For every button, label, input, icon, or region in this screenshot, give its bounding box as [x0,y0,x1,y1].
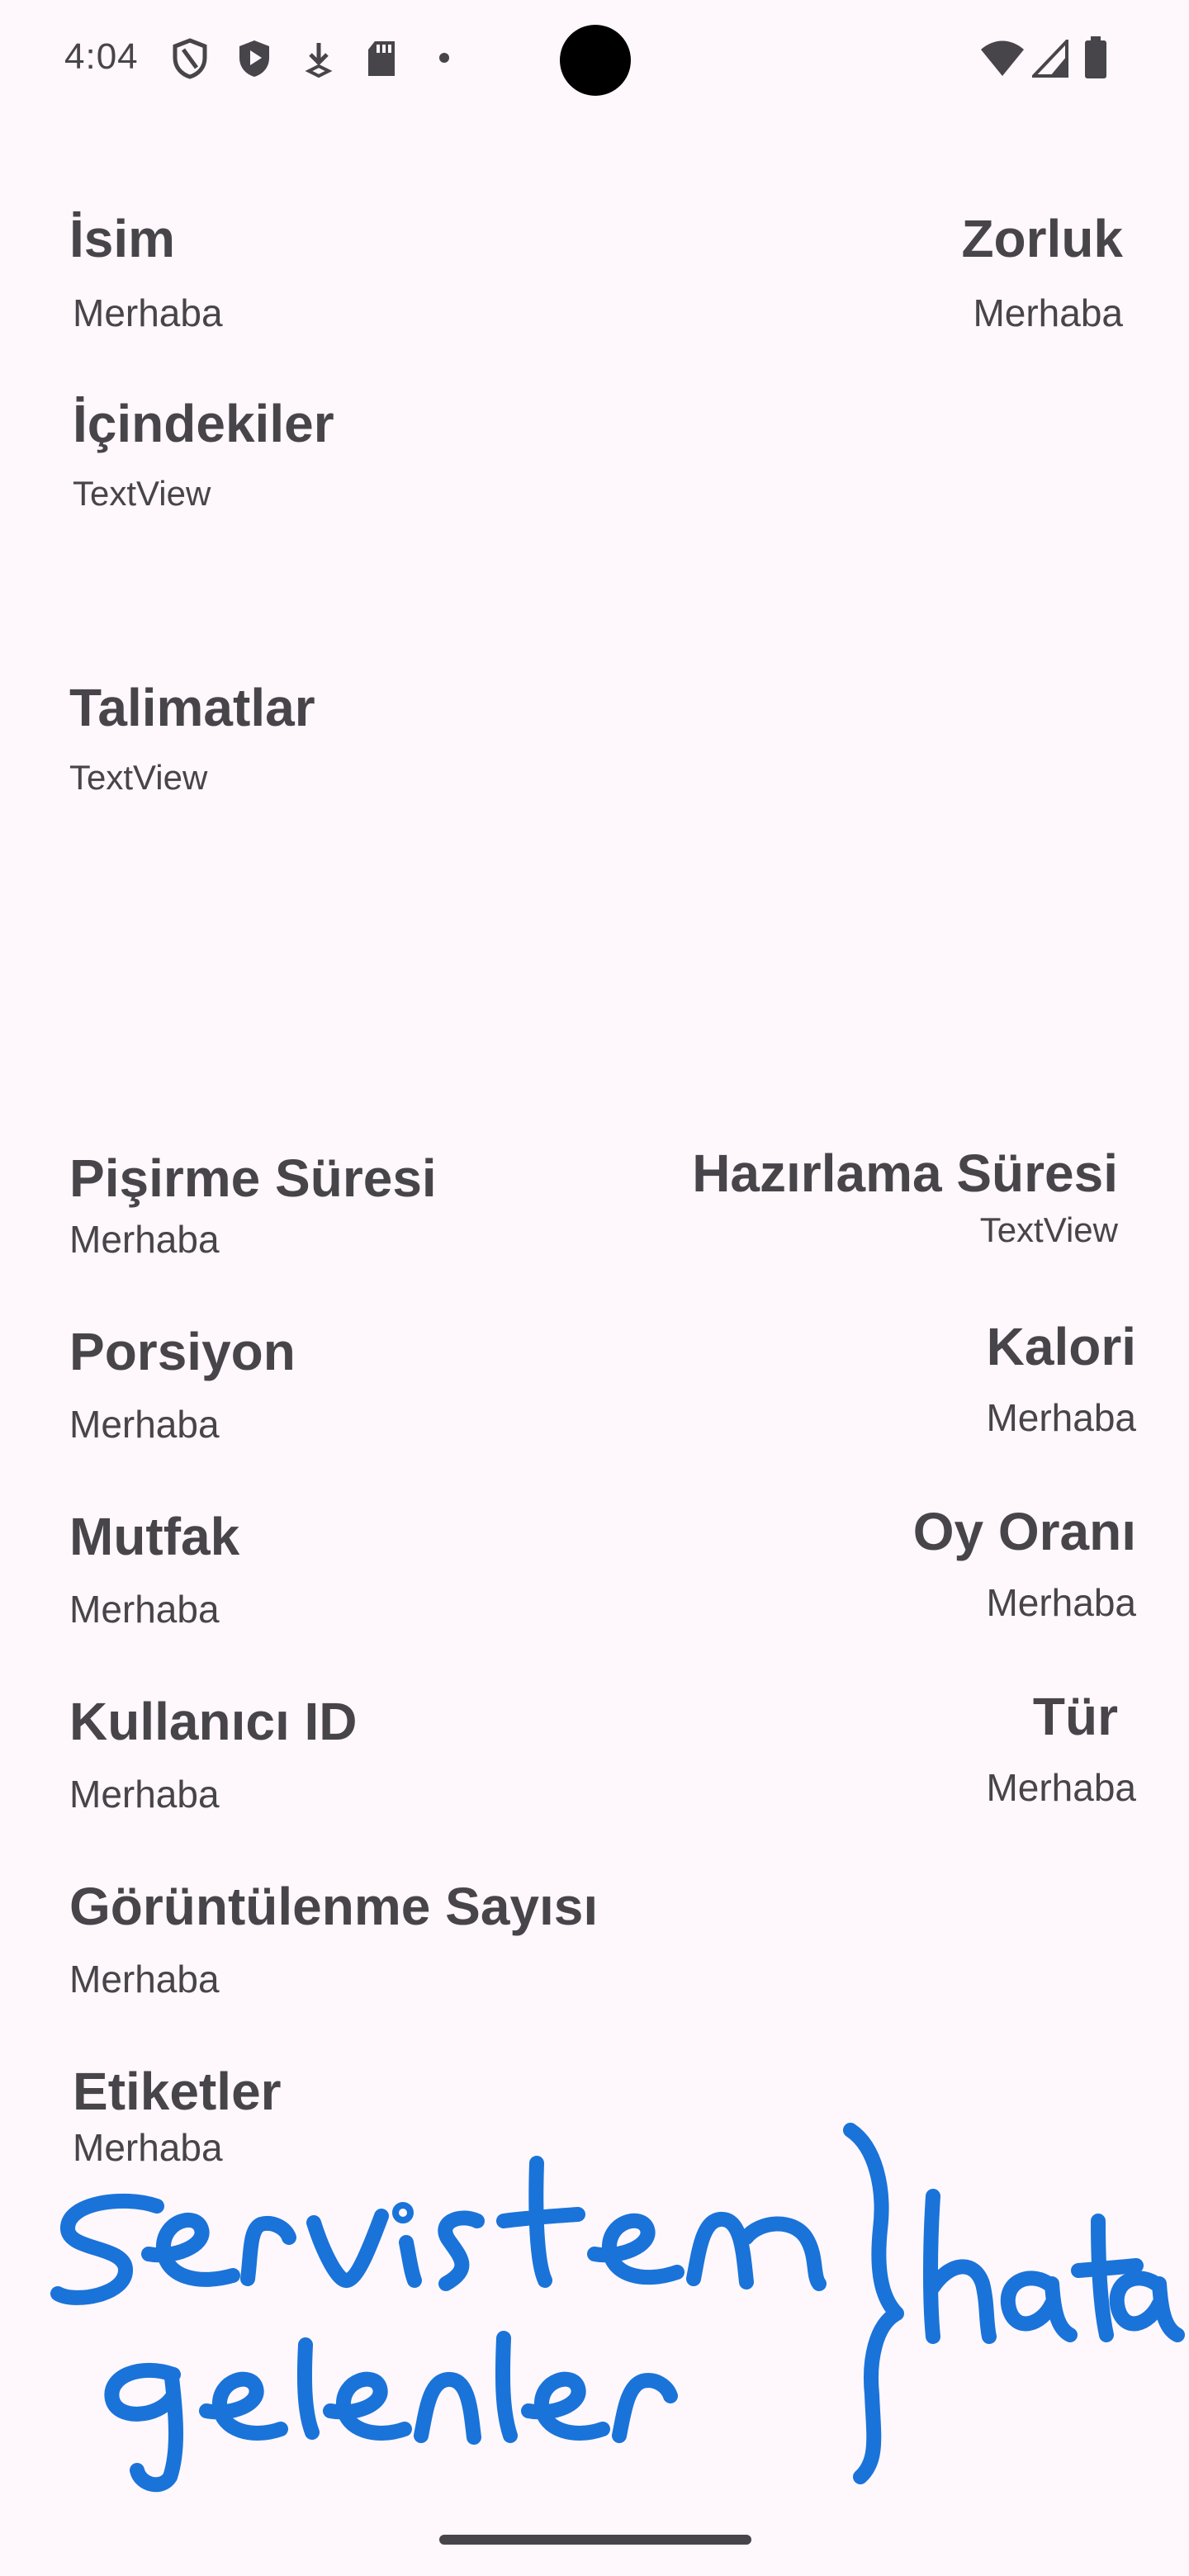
name-label: İsim [69,209,176,268]
user-id-value: Merhaba [69,1773,220,1816]
rating-label: Oy Oranı [912,1502,1136,1561]
ingredients-label: İçindekiler [73,394,334,453]
difficulty-label: Zorluk [961,209,1123,268]
instructions-value: TextView [69,758,208,797]
download-icon [305,43,333,78]
sd-card-icon [368,41,395,76]
ingredients-value: TextView [73,474,211,513]
battery-icon [1085,36,1106,78]
cook-time-label: Pişirme Süresi [69,1148,437,1208]
shield-play-icon [239,40,269,77]
type-value: Merhaba [986,1766,1136,1809]
cook-time-value: Merhaba [69,1218,220,1261]
prep-time-label: Hazırlama Süresi [692,1144,1118,1203]
wifi-icon [981,40,1024,76]
view-count-label: Görüntülenme Sayısı [69,1877,599,1936]
recipe-detail-screen: 4:04 İsim Merhaba Zorluk Merhaba İçindek… [0,0,1189,2576]
type-label: Tür [1032,1687,1118,1746]
view-count-value: Merhaba [69,1958,220,2001]
instructions-label: Talimatlar [69,678,315,737]
shield-outline-icon [173,38,207,79]
rating-value: Merhaba [986,1581,1136,1624]
user-id-label: Kullanıcı ID [69,1692,358,1751]
calories-value: Merhaba [986,1396,1136,1439]
signal-icon [1032,40,1068,78]
cuisine-value: Merhaba [69,1588,220,1631]
dot-icon [439,53,449,63]
name-value: Merhaba [73,291,223,334]
cuisine-label: Mutfak [69,1507,240,1566]
status-time: 4:04 [64,36,139,77]
calories-label: Kalori [986,1317,1136,1376]
gesture-nav-handle[interactable] [439,2535,751,2545]
difficulty-value: Merhaba [973,291,1123,334]
servings-value: Merhaba [69,1403,220,1446]
servings-label: Porsiyon [69,1322,296,1381]
camera-cutout [560,25,631,96]
handwritten-annotation [50,2123,1185,2493]
status-bar: 4:04 [0,0,1189,116]
prep-time-value: TextView [979,1210,1118,1249]
